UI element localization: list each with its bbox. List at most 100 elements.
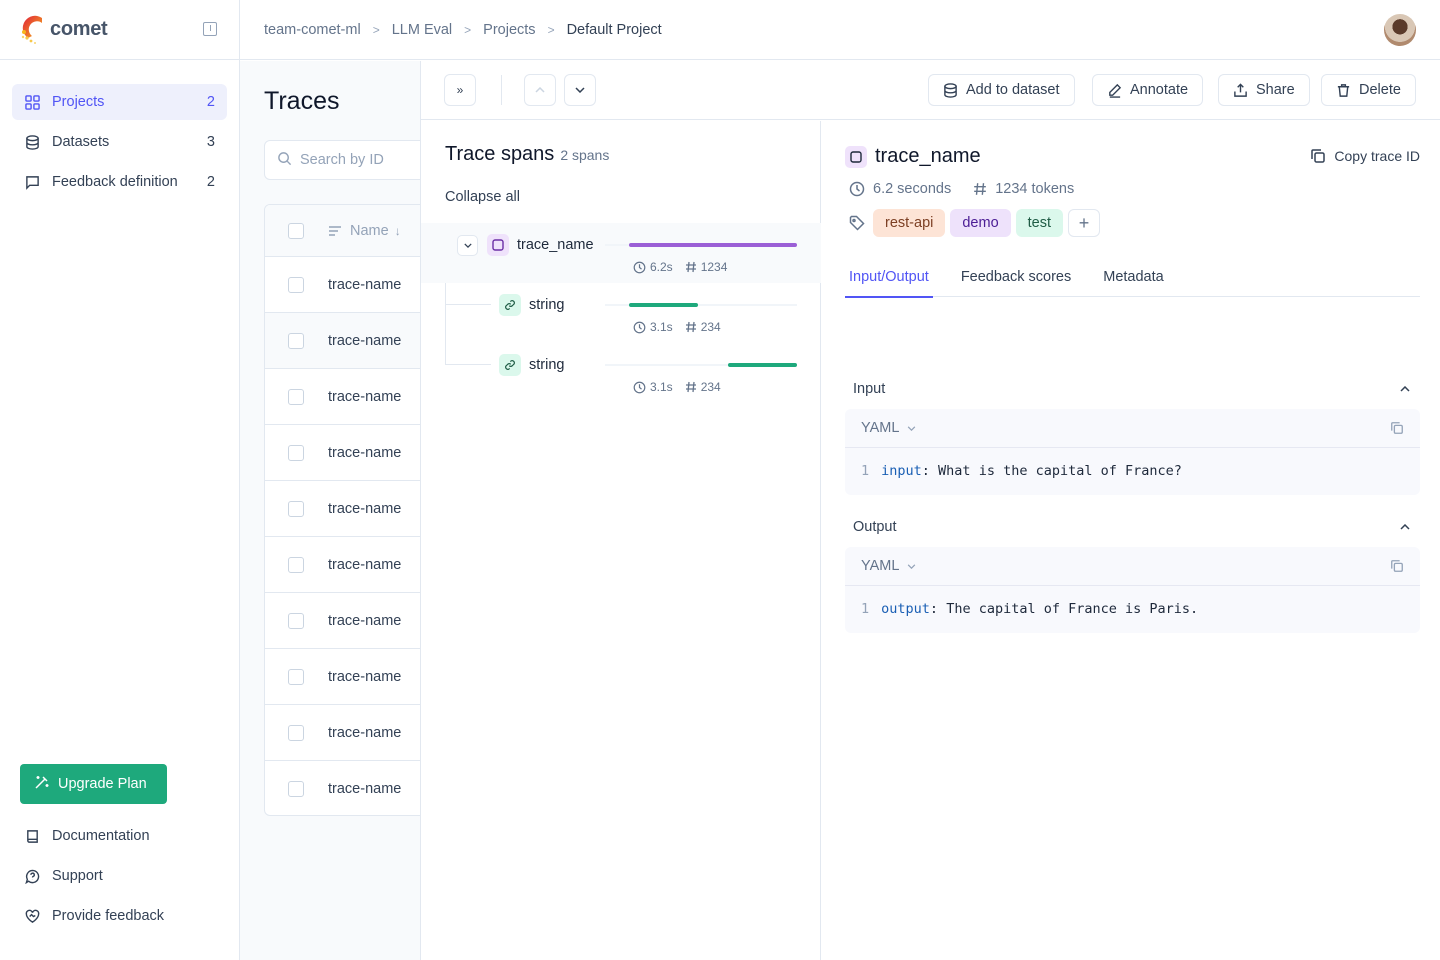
user-avatar[interactable] (1384, 14, 1416, 46)
sidebar-item-feedback-definition[interactable]: Feedback definition 2 (12, 164, 227, 200)
tab-metadata[interactable]: Metadata (1099, 269, 1167, 297)
collapse-sidebar-icon[interactable] (203, 22, 217, 36)
span-meta: 3.1s 234 (633, 380, 721, 394)
chevron-up-icon[interactable] (1400, 386, 1410, 392)
table-row[interactable]: trace-name (265, 369, 443, 425)
row-checkbox[interactable] (288, 612, 304, 629)
table-row[interactable]: trace-name (265, 425, 443, 481)
provide-feedback-label: Provide feedback (52, 908, 165, 924)
row-checkbox[interactable] (288, 388, 304, 405)
trace-name-cell: trace-name (328, 612, 402, 629)
code-line: 1 output: The capital of France is Paris… (845, 586, 1420, 632)
breadcrumb-workspace[interactable]: team-comet-ml (264, 22, 361, 38)
share-icon (1233, 82, 1248, 98)
row-checkbox[interactable] (288, 332, 304, 349)
search-input[interactable]: Search by ID (264, 140, 444, 180)
message-square-icon (24, 174, 40, 190)
table-row[interactable]: trace-name (265, 313, 443, 369)
trace-name-cell: trace-name (328, 444, 402, 461)
format-select[interactable]: YAML (861, 420, 916, 436)
span-row[interactable]: string 3.1s 234 (421, 283, 821, 343)
output-section-header[interactable]: Output (853, 519, 1410, 535)
previous-trace-button[interactable] (524, 74, 556, 106)
span-timeline-bar (728, 363, 797, 367)
tab-input-output[interactable]: Input/Output (845, 269, 933, 298)
documentation-link[interactable]: Documentation (12, 818, 228, 854)
sidebar-item-count: 2 (206, 94, 215, 110)
table-row[interactable]: trace-name (265, 761, 443, 815)
provide-feedback-link[interactable]: Provide feedback (12, 898, 228, 934)
format-select[interactable]: YAML (861, 558, 916, 574)
row-checkbox[interactable] (288, 556, 304, 573)
delete-button[interactable]: Delete (1321, 74, 1416, 106)
row-checkbox[interactable] (288, 668, 304, 685)
span-detail: trace_name Copy trace ID 6.2 seconds 123… (845, 121, 1420, 960)
expand-toggle[interactable] (457, 235, 478, 256)
span-name: string (529, 357, 565, 373)
upgrade-plan-label: Upgrade Plan (58, 776, 147, 792)
add-tag-button[interactable]: + (1068, 209, 1101, 237)
line-number: 1 (861, 463, 870, 479)
detail-title: trace_name (845, 145, 981, 168)
table-row[interactable]: trace-name (265, 649, 443, 705)
sidebar-item-projects[interactable]: Projects 2 (12, 84, 227, 120)
trace-name-cell: trace-name (328, 332, 402, 349)
detail-duration: 6.2 seconds (873, 181, 952, 197)
panel-toolbar: » Add to dataset Annotate Share Delete (421, 61, 1440, 120)
traces-table: Name ↓ trace-name trace-name trace-name … (264, 204, 444, 816)
yaml-value: What is the capital of France? (929, 463, 1182, 479)
row-checkbox[interactable] (288, 276, 304, 293)
span-meta: 3.1s 234 (633, 320, 721, 334)
row-checkbox[interactable] (288, 781, 304, 797)
table-row[interactable]: trace-name (265, 257, 443, 313)
chevron-down-icon (575, 87, 585, 93)
span-row[interactable]: trace_name 6.2s 1234 (421, 223, 821, 283)
row-checkbox[interactable] (288, 724, 304, 741)
span-tokens: 234 (700, 380, 721, 394)
tag-chip[interactable]: test (1015, 209, 1064, 237)
breadcrumb-projects[interactable]: Projects (483, 22, 535, 38)
support-link[interactable]: Support (12, 858, 228, 894)
sidebar-item-datasets[interactable]: Datasets 3 (12, 124, 227, 160)
next-trace-button[interactable] (564, 74, 596, 106)
chevrons-right-icon: » (456, 83, 464, 97)
code-toolbar: YAML (845, 547, 1420, 586)
grid-icon (24, 94, 40, 110)
select-all-checkbox[interactable] (288, 222, 304, 239)
annotate-button[interactable]: Annotate (1092, 74, 1204, 106)
trace-name-cell: trace-name (328, 556, 402, 573)
tab-feedback-scores[interactable]: Feedback scores (957, 269, 1075, 297)
copy-icon[interactable] (1390, 421, 1404, 435)
span-duration: 3.1s (650, 380, 673, 394)
sidebar-item-label: Feedback definition (52, 174, 178, 190)
share-button[interactable]: Share (1218, 74, 1310, 106)
breadcrumb-llm-eval[interactable]: LLM Eval (392, 22, 452, 38)
upgrade-plan-button[interactable]: Upgrade Plan (20, 764, 167, 804)
row-checkbox[interactable] (288, 444, 304, 461)
copy-icon[interactable] (1390, 559, 1404, 573)
chevron-up-icon[interactable] (1400, 524, 1410, 530)
link-icon (499, 354, 521, 376)
trace-type-icon (845, 145, 867, 168)
column-name-header[interactable]: Name (350, 223, 389, 239)
table-row[interactable]: trace-name (265, 705, 443, 761)
span-row[interactable]: string 3.1s 234 (421, 343, 821, 403)
input-section-title: Input (853, 381, 886, 397)
copy-trace-id-button[interactable]: Copy trace ID (1310, 148, 1420, 164)
span-duration: 3.1s (650, 320, 673, 334)
row-checkbox[interactable] (288, 500, 304, 517)
tag-chip[interactable]: demo (950, 209, 1011, 237)
add-to-dataset-button[interactable]: Add to dataset (928, 74, 1075, 106)
spans-count: 2 spans (560, 147, 610, 163)
sort-icon[interactable]: ↓ (395, 224, 401, 238)
close-panel-button[interactable]: » (444, 74, 476, 106)
table-row[interactable]: trace-name (265, 537, 443, 593)
table-row[interactable]: trace-name (265, 481, 443, 537)
input-section-header[interactable]: Input (853, 381, 1410, 397)
collapse-all-button[interactable]: Collapse all (445, 189, 520, 205)
copy-trace-id-label: Copy trace ID (1334, 148, 1420, 164)
trace-spans-heading: Trace spans (445, 143, 555, 165)
tag-chip[interactable]: rest-api (873, 209, 946, 237)
table-row[interactable]: trace-name (265, 593, 443, 649)
chevron-down-icon (908, 425, 916, 431)
